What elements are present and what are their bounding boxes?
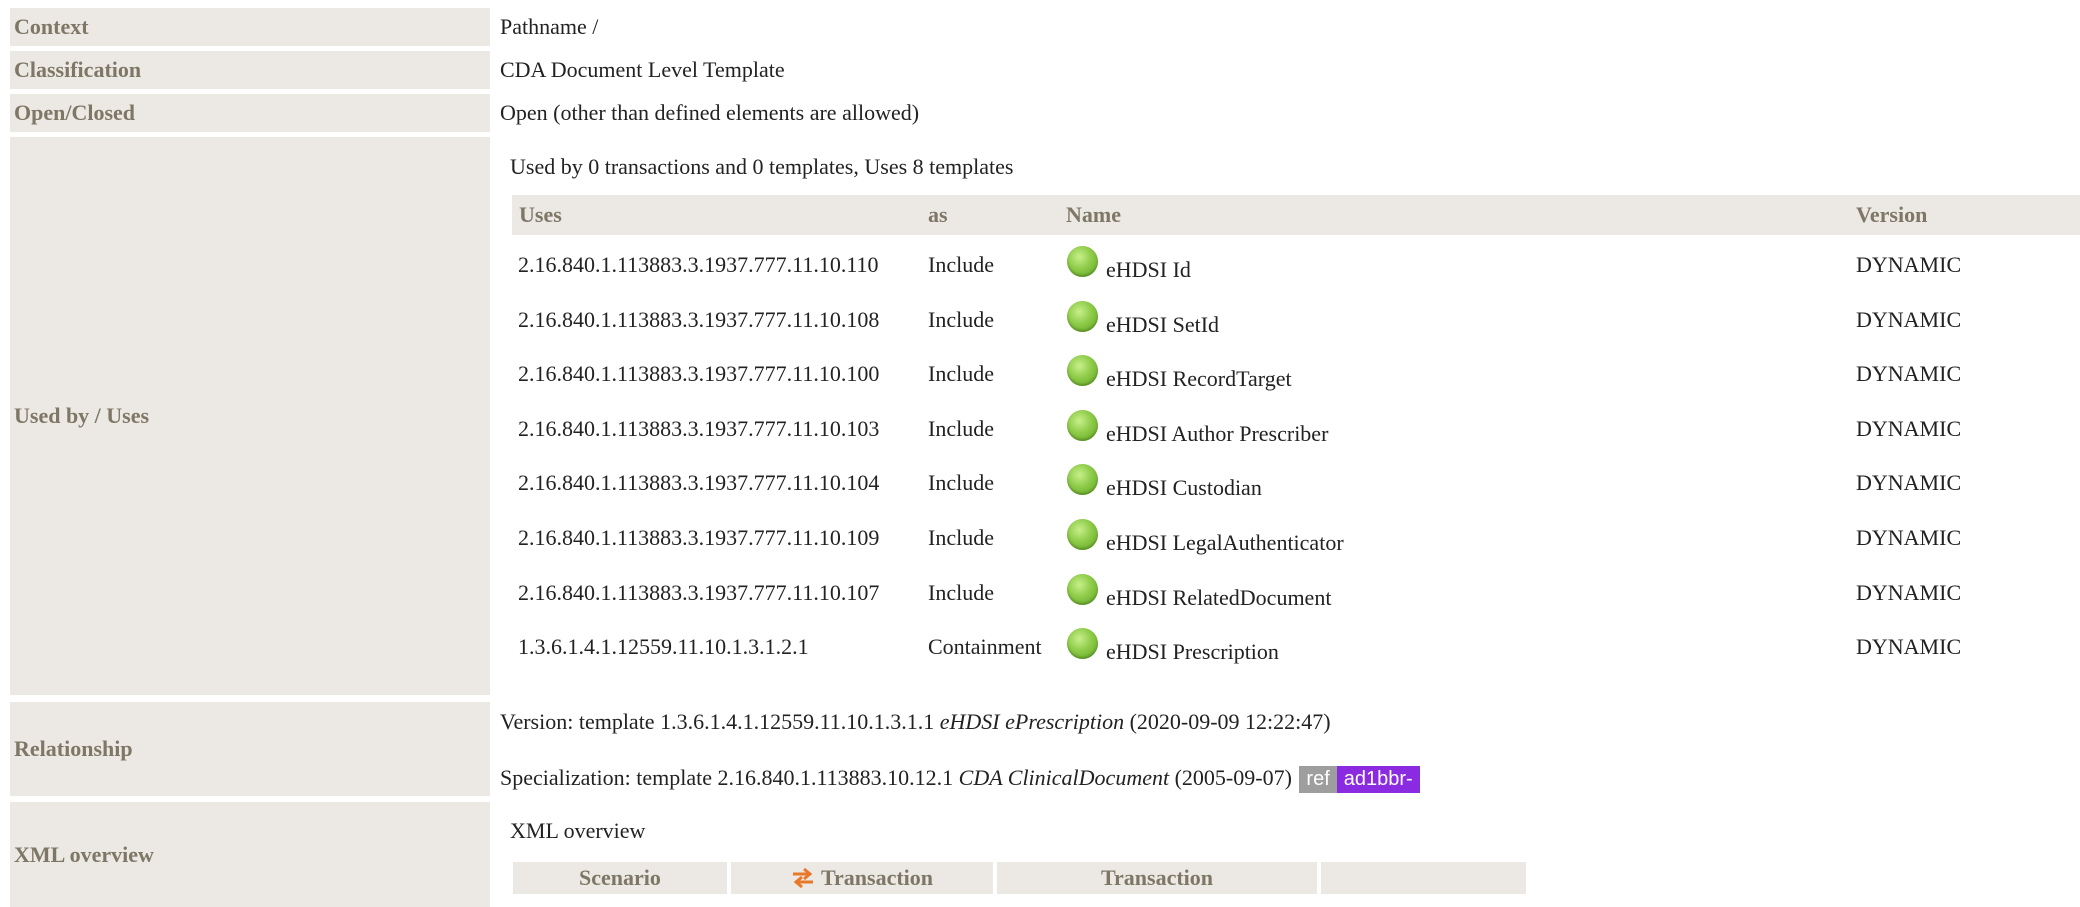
- as-value: Include: [928, 470, 994, 495]
- version-prefix: Version: template 1.3.6.1.4.1.12559.11.1…: [500, 709, 935, 734]
- as-value: Containment: [928, 634, 1042, 659]
- template-name-link[interactable]: eHDSI SetId: [1106, 312, 1219, 338]
- used-by-label: Used by / Uses: [10, 137, 490, 695]
- green-status-dot-icon: [1067, 301, 1098, 332]
- as-value: Include: [928, 307, 994, 332]
- green-status-dot-icon: [1067, 355, 1098, 386]
- green-status-dot-icon: [1067, 246, 1098, 277]
- empty-column-header: [1321, 862, 1526, 894]
- green-status-dot-icon: [1067, 464, 1098, 495]
- uses-column-header: Uses: [512, 195, 921, 235]
- green-status-dot-icon: [1067, 410, 1098, 441]
- as-value: Include: [928, 252, 994, 277]
- uses-oid-link[interactable]: 2.16.840.1.113883.3.1937.777.11.10.110: [518, 252, 879, 278]
- open-closed-row: Open/Closed Open (other than defined ele…: [10, 94, 2080, 132]
- version-value: DYNAMIC: [1856, 361, 1962, 386]
- used-by-summary: Used by 0 transactions and 0 templates, …: [510, 154, 1014, 179]
- as-value: Include: [928, 416, 994, 441]
- xml-overview-label: XML overview: [10, 802, 490, 907]
- template-name-link[interactable]: eHDSI RelatedDocument: [1106, 585, 1331, 611]
- name-column-header: Name: [1059, 195, 1849, 235]
- as-value: Include: [928, 361, 994, 386]
- ref-badge[interactable]: ref: [1299, 766, 1337, 794]
- transaction-group-column-header: Transaction: [997, 862, 1317, 894]
- as-value: Include: [928, 525, 994, 550]
- version-value: DYNAMIC: [1856, 416, 1962, 441]
- template-name-link[interactable]: eHDSI RecordTarget: [1106, 366, 1292, 392]
- prefix-badge[interactable]: ad1bbr-: [1336, 766, 1420, 794]
- transaction-header-label: Transaction: [820, 865, 934, 890]
- open-closed-label: Open/Closed: [10, 94, 490, 132]
- context-label: Context: [10, 8, 490, 46]
- template-name-link[interactable]: eHDSI LegalAuthenticator: [1106, 530, 1344, 556]
- green-status-dot-icon: [1067, 628, 1098, 659]
- as-value: Include: [928, 580, 994, 605]
- transaction-column-header: Transaction: [731, 862, 993, 894]
- uses-oid-link[interactable]: 2.16.840.1.113883.3.1937.777.11.10.108: [518, 307, 879, 333]
- specialization-template-name[interactable]: CDA ClinicalDocument: [959, 765, 1169, 790]
- template-name-link[interactable]: eHDSI Author Prescriber: [1106, 421, 1328, 447]
- uses-oid-link[interactable]: 2.16.840.1.113883.3.1937.777.11.10.100: [518, 361, 879, 387]
- version-value: DYNAMIC: [1856, 580, 1962, 605]
- version-value: DYNAMIC: [1856, 470, 1962, 495]
- green-status-dot-icon: [1067, 574, 1098, 605]
- classification-value: CDA Document Level Template: [500, 57, 785, 82]
- open-closed-value: Open (other than defined elements are al…: [500, 100, 920, 125]
- context-value: Pathname /: [500, 14, 599, 39]
- uses-oid-link[interactable]: 2.16.840.1.113883.3.1937.777.11.10.109: [518, 525, 879, 551]
- scenario-column-header: Scenario: [513, 862, 727, 894]
- green-status-dot-icon: [1067, 519, 1098, 550]
- specialization-date: (2005-09-07): [1174, 765, 1292, 790]
- version-value: DYNAMIC: [1856, 525, 1962, 550]
- as-column-header: as: [921, 195, 1059, 235]
- xml-overview-title: XML overview: [510, 818, 646, 843]
- version-value: DYNAMIC: [1856, 634, 1962, 659]
- template-name-link[interactable]: eHDSI Id: [1106, 257, 1191, 283]
- uses-oid-link[interactable]: 2.16.840.1.113883.3.1937.777.11.10.107: [518, 580, 879, 606]
- uses-oid-link[interactable]: 2.16.840.1.113883.3.1937.777.11.10.103: [518, 416, 879, 442]
- classification-row: Classification CDA Document Level Templa…: [10, 51, 2080, 89]
- uses-oid-link[interactable]: 1.3.6.1.4.1.12559.11.10.1.3.1.2.1: [518, 634, 809, 660]
- template-name-link[interactable]: eHDSI Custodian: [1106, 475, 1262, 501]
- relationship-label: Relationship: [10, 702, 490, 796]
- context-row: Context Pathname /: [10, 8, 2080, 46]
- uses-oid-link[interactable]: 2.16.840.1.113883.3.1937.777.11.10.104: [518, 470, 879, 496]
- template-name-link[interactable]: eHDSI Prescription: [1106, 639, 1279, 665]
- version-template-name[interactable]: eHDSI ePrescription: [940, 709, 1124, 734]
- specialization-relationship: Specialization: template 2.16.840.1.1138…: [500, 765, 1420, 794]
- version-date: (2020-09-09 12:22:47): [1129, 709, 1331, 734]
- version-column-header: Version: [1849, 195, 2080, 235]
- version-relationship: Version: template 1.3.6.1.4.1.12559.11.1…: [500, 709, 1331, 735]
- version-value: DYNAMIC: [1856, 252, 1962, 277]
- classification-label: Classification: [10, 51, 490, 89]
- swap-arrows-icon[interactable]: [791, 867, 815, 889]
- version-value: DYNAMIC: [1856, 307, 1962, 332]
- specialization-prefix: Specialization: template 2.16.840.1.1138…: [500, 765, 954, 790]
